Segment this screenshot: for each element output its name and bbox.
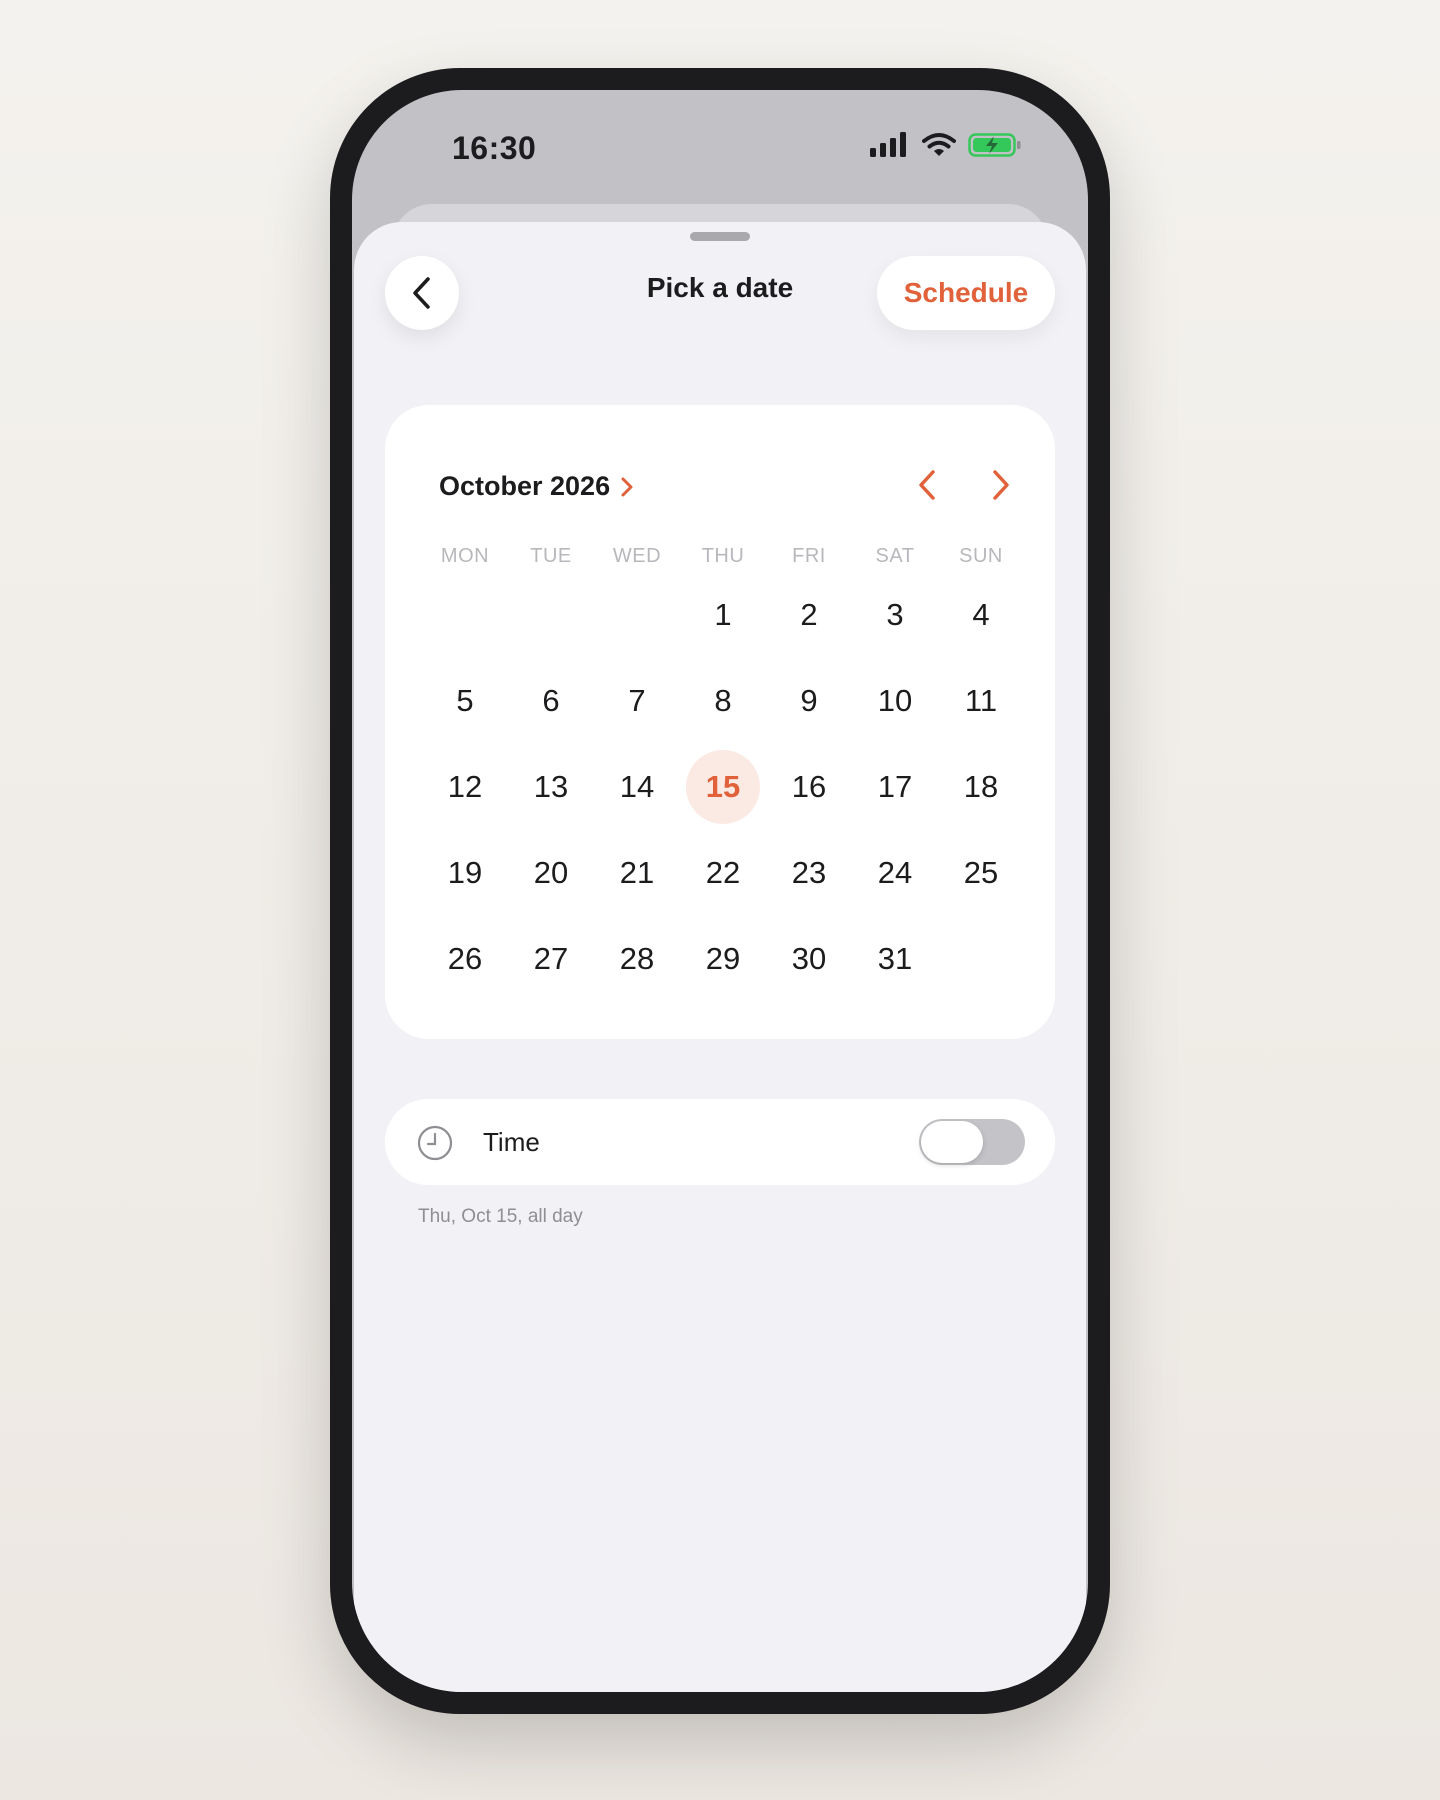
- day-cell[interactable]: 26: [422, 916, 508, 1002]
- day-number: 18: [963, 769, 999, 804]
- day-cell[interactable]: 29: [680, 916, 766, 1002]
- previous-month-button[interactable]: [909, 465, 945, 505]
- day-number: 3: [886, 597, 904, 632]
- date-picker-sheet: Pick a date Schedule October 2026 MON TU…: [354, 222, 1086, 1692]
- day-cell[interactable]: 27: [508, 916, 594, 1002]
- day-number: 6: [542, 683, 560, 718]
- day-grid: 1 2 3 4 5 6 7 8 9 10 11 12 13 14 15 16 17 18 19 20 21 22 23 24 2…: [422, 572, 1024, 1002]
- empty-day-cell: [422, 572, 508, 658]
- weekday-label: THU: [701, 545, 745, 567]
- day-number: 20: [533, 855, 569, 890]
- phone-screen: 16:30 Pick a date Schedule October 2026 …: [352, 90, 1088, 1692]
- day-cell[interactable]: 30: [766, 916, 852, 1002]
- day-number: 16: [791, 769, 827, 804]
- day-number: 17: [877, 769, 913, 804]
- schedule-button[interactable]: Schedule: [877, 256, 1055, 330]
- day-cell[interactable]: 31: [852, 916, 938, 1002]
- month-label: October 2026: [439, 471, 611, 501]
- day-number: 21: [619, 855, 655, 890]
- day-number: 7: [628, 683, 646, 718]
- day-number: 27: [533, 941, 569, 976]
- next-month-button[interactable]: [983, 465, 1019, 505]
- day-cell[interactable]: 12: [422, 744, 508, 830]
- day-cell[interactable]: 2: [766, 572, 852, 658]
- day-number: 9: [800, 683, 818, 718]
- day-number: 24: [877, 855, 913, 890]
- day-number: 14: [619, 769, 655, 804]
- weekday-header: MON TUE WED THU FRI SAT SUN: [422, 545, 1024, 568]
- empty-day-cell: [508, 572, 594, 658]
- empty-day-cell: [594, 572, 680, 658]
- day-number: 23: [791, 855, 827, 890]
- day-cell[interactable]: 3: [852, 572, 938, 658]
- day-number: 13: [533, 769, 569, 804]
- day-cell[interactable]: 14: [594, 744, 680, 830]
- day-cell[interactable]: 4: [938, 572, 1024, 658]
- day-number: 29: [705, 941, 741, 976]
- day-cell[interactable]: 11: [938, 658, 1024, 744]
- weekday-label: MON: [440, 545, 490, 567]
- chevron-right-icon: [621, 477, 633, 496]
- toggle-knob: [921, 1121, 983, 1163]
- day-number: 10: [877, 683, 913, 718]
- weekday-label: SUN: [959, 545, 1003, 567]
- sheet-grabber[interactable]: [690, 232, 750, 241]
- day-number: 26: [447, 941, 483, 976]
- clock-icon: [417, 1125, 453, 1161]
- day-cell[interactable]: 22: [680, 830, 766, 916]
- day-cell[interactable]: 1: [680, 572, 766, 658]
- day-cell[interactable]: 24: [852, 830, 938, 916]
- day-cell[interactable]: 17: [852, 744, 938, 830]
- time-row[interactable]: Time: [385, 1099, 1055, 1185]
- day-number: 19: [447, 855, 483, 890]
- day-number: 4: [972, 597, 990, 632]
- day-cell[interactable]: 23: [766, 830, 852, 916]
- weekday-label: TUE: [530, 545, 572, 567]
- day-cell[interactable]: 28: [594, 916, 680, 1002]
- day-cell[interactable]: 16: [766, 744, 852, 830]
- day-cell[interactable]: 20: [508, 830, 594, 916]
- time-toggle[interactable]: [919, 1119, 1025, 1165]
- time-label: Time: [483, 1127, 540, 1157]
- day-cell[interactable]: 7: [594, 658, 680, 744]
- day-number: 12: [447, 769, 483, 804]
- status-time: 16:30: [452, 130, 537, 166]
- day-cell[interactable]: 19: [422, 830, 508, 916]
- day-number: 31: [877, 941, 913, 976]
- day-number: 2: [800, 597, 818, 632]
- status-bar: 16:30: [352, 90, 1088, 200]
- day-cell[interactable]: 18: [938, 744, 1024, 830]
- day-number: 5: [456, 683, 474, 718]
- day-number: 25: [963, 855, 999, 890]
- weekday-label: WED: [612, 545, 662, 567]
- day-cell[interactable]: 21: [594, 830, 680, 916]
- chevron-left-icon: [919, 470, 935, 500]
- month-picker[interactable]: October 2026: [439, 471, 634, 502]
- cellular-signal-icon: [870, 132, 906, 157]
- day-cell[interactable]: 5: [422, 658, 508, 744]
- day-cell-selected[interactable]: 15: [680, 744, 766, 830]
- day-number: 11: [964, 683, 998, 718]
- day-number: 15: [686, 750, 760, 824]
- battery-charging-icon: [968, 133, 1021, 157]
- calendar-card: October 2026 MON TUE WED THU FRI SAT SUN: [385, 405, 1055, 1039]
- day-cell[interactable]: 9: [766, 658, 852, 744]
- day-cell[interactable]: 8: [680, 658, 766, 744]
- wifi-icon: [922, 133, 956, 156]
- day-number: 22: [705, 855, 741, 890]
- day-number: 30: [791, 941, 827, 976]
- phone-frame: 16:30 Pick a date Schedule October 2026 …: [330, 68, 1110, 1714]
- day-cell[interactable]: 6: [508, 658, 594, 744]
- status-icons: [870, 132, 1022, 158]
- day-number: 28: [619, 941, 655, 976]
- day-cell[interactable]: 13: [508, 744, 594, 830]
- day-cell[interactable]: 25: [938, 830, 1024, 916]
- chevron-right-icon: [993, 470, 1009, 500]
- weekday-label: SAT: [875, 545, 915, 567]
- time-caption: Thu, Oct 15, all day: [418, 1206, 583, 1227]
- day-number: 8: [714, 683, 732, 718]
- day-number: 1: [714, 597, 732, 632]
- day-cell[interactable]: 10: [852, 658, 938, 744]
- weekday-label: FRI: [792, 545, 826, 567]
